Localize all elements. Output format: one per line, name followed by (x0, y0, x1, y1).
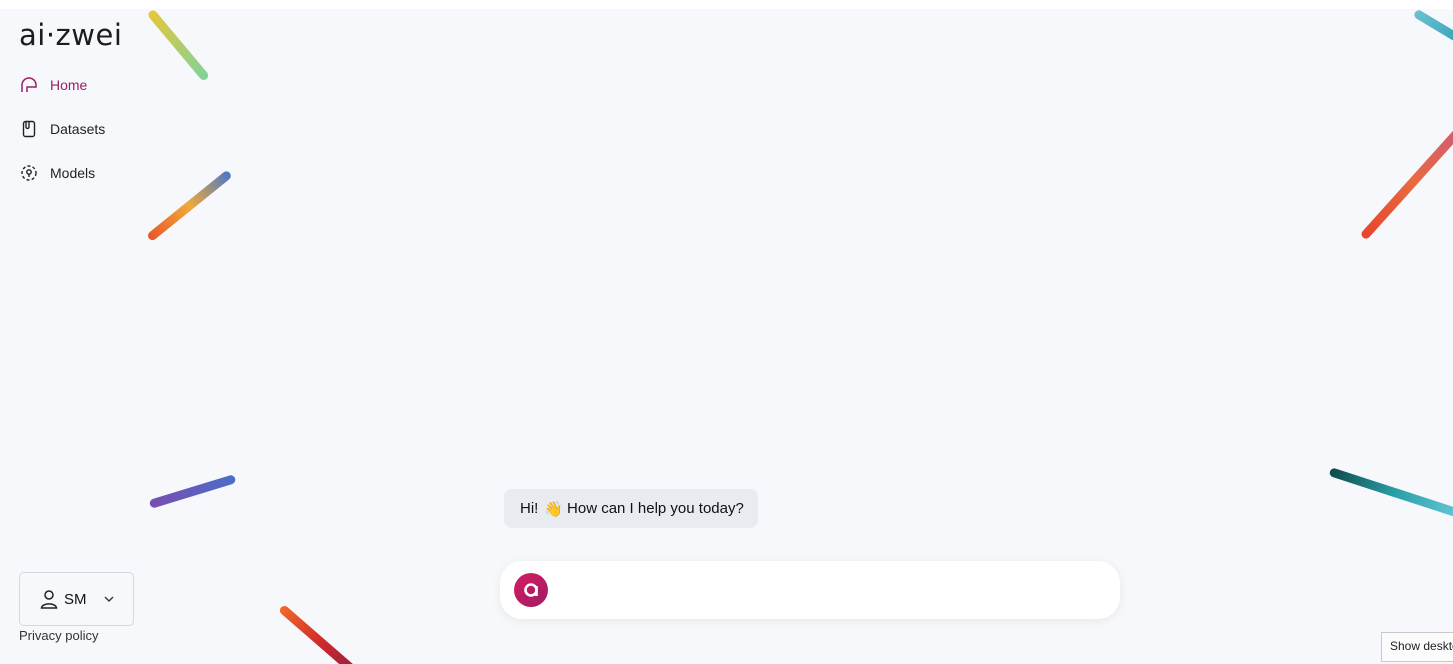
chat-message-input[interactable] (560, 574, 1120, 606)
sidebar: ai·zwei Home Datasets Models SM Privacy … (0, 9, 150, 664)
decor-stroke-yellow (146, 8, 211, 82)
user-initials: SM (64, 590, 87, 608)
greeting-end: How can I help you today? (567, 500, 744, 517)
nav-label-datasets: Datasets (50, 121, 106, 137)
greeting-start: Hi! (520, 500, 539, 517)
assistant-greeting-bubble: Hi! 👋 How can I help you today? (504, 489, 758, 528)
decor-stroke-red (278, 604, 364, 664)
models-icon (20, 164, 38, 182)
chat-input-bar[interactable] (500, 561, 1120, 619)
privacy-policy-link[interactable]: Privacy policy (19, 628, 98, 643)
brand-logo[interactable]: ai·zwei (19, 20, 122, 50)
decor-stroke-red-right (1359, 123, 1453, 241)
decor-stroke-teal-top (1412, 8, 1453, 43)
waving-hand-icon: 👋 (544, 500, 564, 518)
app-window: ai·zwei Home Datasets Models SM Privacy … (0, 0, 1453, 664)
decor-stroke-purple (148, 474, 237, 509)
nav-item-home[interactable]: Home (0, 71, 150, 99)
decor-stroke-orange-blue (146, 169, 233, 242)
nav-item-models[interactable]: Models (0, 159, 150, 187)
assistant-avatar-icon (514, 573, 548, 607)
top-strip (0, 0, 1453, 9)
nav-label-home: Home (50, 77, 88, 93)
show-desktop-tooltip: Show desktop (1381, 632, 1453, 662)
nav-label-models: Models (50, 165, 96, 181)
decor-stroke-teal-right (1328, 467, 1453, 520)
user-menu-button[interactable]: SM (19, 572, 134, 626)
user-icon (40, 589, 58, 609)
main-nav: Home Datasets Models (0, 71, 150, 203)
home-icon (20, 76, 38, 94)
chevron-down-icon (103, 595, 115, 603)
datasets-icon (20, 120, 38, 138)
nav-item-datasets[interactable]: Datasets (0, 115, 150, 143)
